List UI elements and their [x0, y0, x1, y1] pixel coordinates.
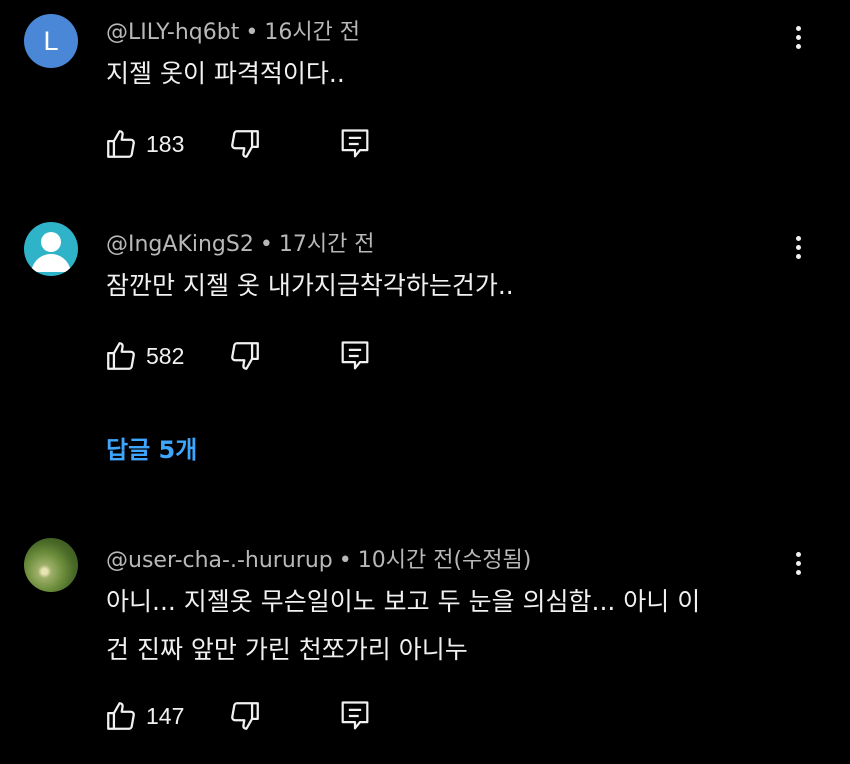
reply-comment-icon: [341, 701, 369, 730]
thumbs-down-icon: [231, 130, 259, 158]
dislike-button[interactable]: [228, 696, 262, 736]
reply-comment-icon: [341, 129, 369, 158]
dislike-button[interactable]: [228, 124, 262, 164]
comment-text: 아니... 지젤옷 무슨일이노 보고 두 눈을 의심함... 아니 이 건 진짜…: [106, 578, 796, 674]
like-button[interactable]: 183: [104, 124, 184, 164]
view-replies-link[interactable]: 답글 5개: [106, 430, 197, 465]
author-avatar[interactable]: [24, 538, 78, 592]
thumbs-up-icon: [107, 702, 135, 730]
comment-actions: 582: [104, 336, 404, 376]
meta-separator: •: [338, 548, 352, 573]
reply-button[interactable]: [340, 338, 370, 374]
more-options-button[interactable]: [786, 232, 810, 266]
like-count: 183: [146, 130, 185, 157]
more-options-button[interactable]: [786, 22, 810, 56]
dislike-button[interactable]: [228, 336, 262, 376]
comment-author[interactable]: @LILY-hq6bt: [106, 20, 239, 45]
comment-actions: 183: [104, 124, 404, 164]
like-button[interactable]: 582: [104, 336, 184, 376]
author-avatar[interactable]: [24, 222, 78, 276]
comment-author[interactable]: @IngAKingS2: [106, 232, 254, 257]
comment-text: 지젤 옷이 파격적이다..: [106, 59, 345, 88]
avatar-letter: L: [43, 25, 59, 56]
default-avatar-icon: [31, 232, 71, 272]
meta-separator: •: [259, 232, 273, 257]
comment-text: 잠깐만 지젤 옷 내가지금착각하는건가..: [106, 271, 514, 300]
thumbs-up-icon: [107, 342, 135, 370]
comment-time: 10시간 전(수정됨): [357, 548, 532, 573]
comment-author[interactable]: @user-cha-.-hururup: [106, 548, 333, 573]
comment-meta: @LILY-hq6bt • 16시간 전: [106, 14, 360, 46]
meta-separator: •: [245, 20, 259, 45]
comment-text-line: 건 진짜 앞만 가린 천쪼가리 아니누: [106, 635, 468, 664]
thumbs-down-icon: [231, 702, 259, 730]
like-count: 582: [146, 342, 185, 369]
thumbs-down-icon: [231, 342, 259, 370]
comment-time: 16시간 전: [264, 20, 361, 45]
reply-button[interactable]: [340, 126, 370, 162]
like-count: 147: [146, 702, 185, 729]
comment-meta: @user-cha-.-hururup • 10시간 전(수정됨): [106, 542, 531, 574]
comment-actions: 147: [104, 696, 404, 736]
comment-time: 17시간 전: [278, 232, 375, 257]
thumbs-up-icon: [107, 130, 135, 158]
comment-meta: @IngAKingS2 • 17시간 전: [106, 226, 375, 258]
reply-button[interactable]: [340, 698, 370, 734]
like-button[interactable]: 147: [104, 696, 184, 736]
reply-comment-icon: [341, 341, 369, 370]
comment-text-line: 아니... 지젤옷 무슨일이노 보고 두 눈을 의심함... 아니 이: [106, 587, 701, 616]
more-options-button[interactable]: [786, 548, 810, 582]
author-avatar[interactable]: L: [24, 14, 78, 68]
